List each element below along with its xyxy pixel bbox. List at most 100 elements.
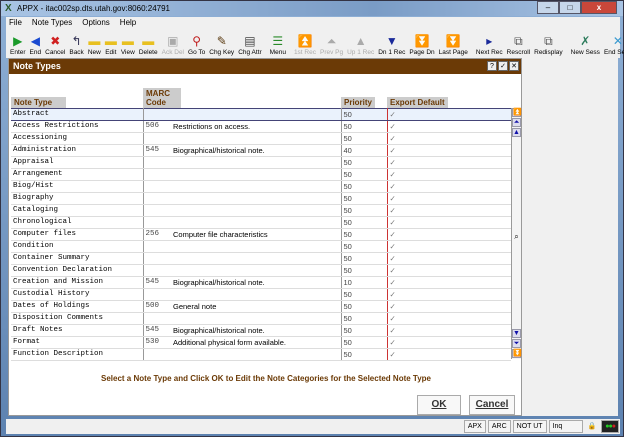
table-row[interactable]: Container Summary 50 ✓ bbox=[11, 252, 511, 265]
new-button[interactable]: ▬ New bbox=[86, 33, 103, 56]
export-default-checkbox[interactable]: ✓ bbox=[387, 216, 511, 229]
table-row[interactable]: Abstract 50 ✓ bbox=[11, 107, 511, 121]
export-default-checkbox[interactable]: ✓ bbox=[387, 336, 511, 349]
maximize-button[interactable]: □ bbox=[559, 1, 581, 14]
table-row[interactable]: Disposition Comments 50 ✓ bbox=[11, 312, 511, 325]
cancel-button[interactable]: ✖ Cancel bbox=[43, 33, 67, 56]
export-default-checkbox[interactable]: ✓ bbox=[387, 252, 511, 265]
close-button[interactable]: x bbox=[581, 1, 617, 14]
table-row[interactable]: Creation and Mission 545 Biographical/hist… bbox=[11, 276, 511, 289]
chg-key-button[interactable]: ✎ Chg Key bbox=[207, 33, 236, 56]
export-default-checkbox[interactable]: ✓ bbox=[387, 264, 511, 277]
export-default-checkbox[interactable]: ✓ bbox=[387, 132, 511, 145]
export-default-checkbox[interactable]: ✓ bbox=[387, 276, 511, 289]
marc-code-cell bbox=[143, 204, 171, 217]
menu-file[interactable]: File bbox=[9, 18, 22, 28]
view-button[interactable]: ▬ View bbox=[119, 33, 137, 56]
menu-options[interactable]: Options bbox=[82, 18, 110, 28]
marc-code-cell bbox=[143, 348, 171, 361]
up-1-rec-button[interactable]: ▲ Up 1 Rec bbox=[345, 33, 376, 56]
marc-description-cell bbox=[171, 180, 342, 193]
export-default-checkbox[interactable]: ✓ bbox=[387, 228, 511, 241]
export-default-checkbox[interactable]: ✓ bbox=[387, 156, 511, 169]
new-sess-button[interactable]: ✗ New Sess bbox=[569, 33, 602, 56]
dialog-close-button[interactable]: ✕ bbox=[509, 61, 519, 71]
ok-button[interactable]: OK bbox=[417, 395, 461, 415]
table-row[interactable]: Dates of Holdings 500 General note 50 ✓ bbox=[11, 300, 511, 313]
go-to-button[interactable]: ⚲ Go To bbox=[186, 33, 207, 56]
ack-del-button[interactable]: ▣ Ack Del bbox=[160, 33, 186, 56]
enter-button[interactable]: ▶ Enter bbox=[8, 33, 28, 56]
folder-view-icon: ▬ bbox=[121, 34, 134, 48]
menu-help[interactable]: Help bbox=[120, 18, 136, 28]
scroll-up-icon[interactable]: ▲ bbox=[512, 128, 521, 137]
export-default-checkbox[interactable]: ✓ bbox=[387, 180, 511, 193]
export-default-checkbox[interactable]: ✓ bbox=[387, 288, 511, 301]
delete-button[interactable]: ▬ Delete bbox=[137, 33, 160, 56]
chg-attr-button[interactable]: ▤ Chg Attr bbox=[236, 33, 263, 56]
priority-cell: 50 bbox=[341, 228, 388, 241]
dn-1-rec-button[interactable]: ▼ Dn 1 Rec bbox=[376, 33, 407, 56]
export-default-checkbox[interactable]: ✓ bbox=[387, 120, 511, 133]
end-button[interactable]: ◀ End bbox=[28, 33, 44, 56]
table-row[interactable]: Draft Notes 545 Biographical/historical no… bbox=[11, 324, 511, 337]
export-default-checkbox[interactable]: ✓ bbox=[387, 192, 511, 205]
scroll-bottom-icon[interactable]: ⏬ bbox=[512, 349, 522, 358]
back-button[interactable]: ↰ Back bbox=[67, 33, 85, 56]
table-row[interactable]: Access Restrictions 506 Restrictions on ac… bbox=[11, 120, 511, 133]
accept-button[interactable]: ✓ bbox=[498, 61, 508, 71]
menu-button[interactable]: ☰ Menu bbox=[268, 33, 288, 56]
table-row[interactable]: Computer files 256 Computer file character… bbox=[11, 228, 511, 241]
help-button[interactable]: ? bbox=[487, 61, 497, 71]
note-type-cell: Biog/Hist bbox=[11, 180, 144, 193]
table-row[interactable]: Format 530 Additional physical form availa… bbox=[11, 336, 511, 349]
export-default-checkbox[interactable]: ✓ bbox=[387, 144, 511, 157]
toolbar-label: 1st Rec bbox=[293, 49, 316, 56]
marc-description-cell: General note bbox=[171, 300, 342, 313]
toolbar-label: Chg Attr bbox=[238, 49, 262, 56]
scroll-top-icon[interactable]: ⏫ bbox=[512, 108, 522, 117]
1st-rec-button[interactable]: ⏫ 1st Rec bbox=[292, 33, 318, 56]
note-type-cell: Biography bbox=[11, 192, 144, 205]
export-default-checkbox[interactable]: ✓ bbox=[387, 300, 511, 313]
table-row[interactable]: Cataloging 50 ✓ bbox=[11, 204, 511, 217]
redisplay-button[interactable]: ⧉ Redisplay bbox=[532, 33, 565, 56]
table-row[interactable]: Accessioning 50 ✓ bbox=[11, 132, 511, 145]
rescroll-button[interactable]: ⧉ Rescroll bbox=[505, 33, 532, 56]
export-default-checkbox[interactable]: ✓ bbox=[387, 324, 511, 337]
vertical-scrollbar[interactable]: ⏫ ⏶ ▲ ⌕ ▼ ⏷ ⏬ bbox=[511, 108, 522, 359]
table-row[interactable]: Administration 545 Biographical/historical… bbox=[11, 144, 511, 157]
note-type-cell: Cataloging bbox=[11, 204, 144, 217]
export-default-checkbox[interactable]: ✓ bbox=[387, 312, 511, 325]
table-row[interactable]: Arrangement 50 ✓ bbox=[11, 168, 511, 181]
priority-cell: 50 bbox=[341, 156, 388, 169]
table-row[interactable]: Convention Declaration 50 ✓ bbox=[11, 264, 511, 277]
minimize-button[interactable]: – bbox=[537, 1, 559, 14]
table-row[interactable]: Function Description 50 ✓ bbox=[11, 348, 511, 361]
scroll-page-down-icon[interactable]: ⏷ bbox=[512, 339, 521, 348]
cancel-button[interactable]: Cancel bbox=[469, 395, 515, 415]
priority-cell: 50 bbox=[341, 168, 388, 181]
edit-button[interactable]: ▬ Edit bbox=[103, 33, 119, 56]
export-default-checkbox[interactable]: ✓ bbox=[387, 204, 511, 217]
export-default-checkbox[interactable]: ✓ bbox=[387, 168, 511, 181]
table-row[interactable]: Chronological 50 ✓ bbox=[11, 216, 511, 229]
export-default-checkbox[interactable]: ✓ bbox=[387, 348, 511, 361]
prev-pg-button[interactable]: ⏶ Prev Pg bbox=[318, 33, 345, 56]
scroll-page-up-icon[interactable]: ⏶ bbox=[512, 118, 521, 127]
export-default-checkbox[interactable]: ✓ bbox=[387, 240, 511, 253]
table-row[interactable]: Biog/Hist 50 ✓ bbox=[11, 180, 511, 193]
next-rec-button[interactable]: ▸ Next Rec bbox=[474, 33, 505, 56]
table-row[interactable]: Condition 50 ✓ bbox=[11, 240, 511, 253]
table-row[interactable]: Appraisal 50 ✓ bbox=[11, 156, 511, 169]
folder-edit-icon: ▬ bbox=[104, 34, 117, 48]
export-default-checkbox[interactable]: ✓ bbox=[387, 107, 511, 121]
end-sess-button[interactable]: ✕End Sess bbox=[602, 33, 624, 56]
find-binoculars-icon[interactable]: ⌕ bbox=[512, 232, 521, 242]
page-dn-button[interactable]: ⏬ Page Dn bbox=[407, 33, 436, 56]
last-page-button[interactable]: ⏬ Last Page bbox=[437, 33, 470, 56]
table-row[interactable]: Custodial History 50 ✓ bbox=[11, 288, 511, 301]
scroll-down-icon[interactable]: ▼ bbox=[512, 329, 521, 338]
menu-note-types[interactable]: Note Types bbox=[32, 18, 72, 28]
table-row[interactable]: Biography 50 ✓ bbox=[11, 192, 511, 205]
